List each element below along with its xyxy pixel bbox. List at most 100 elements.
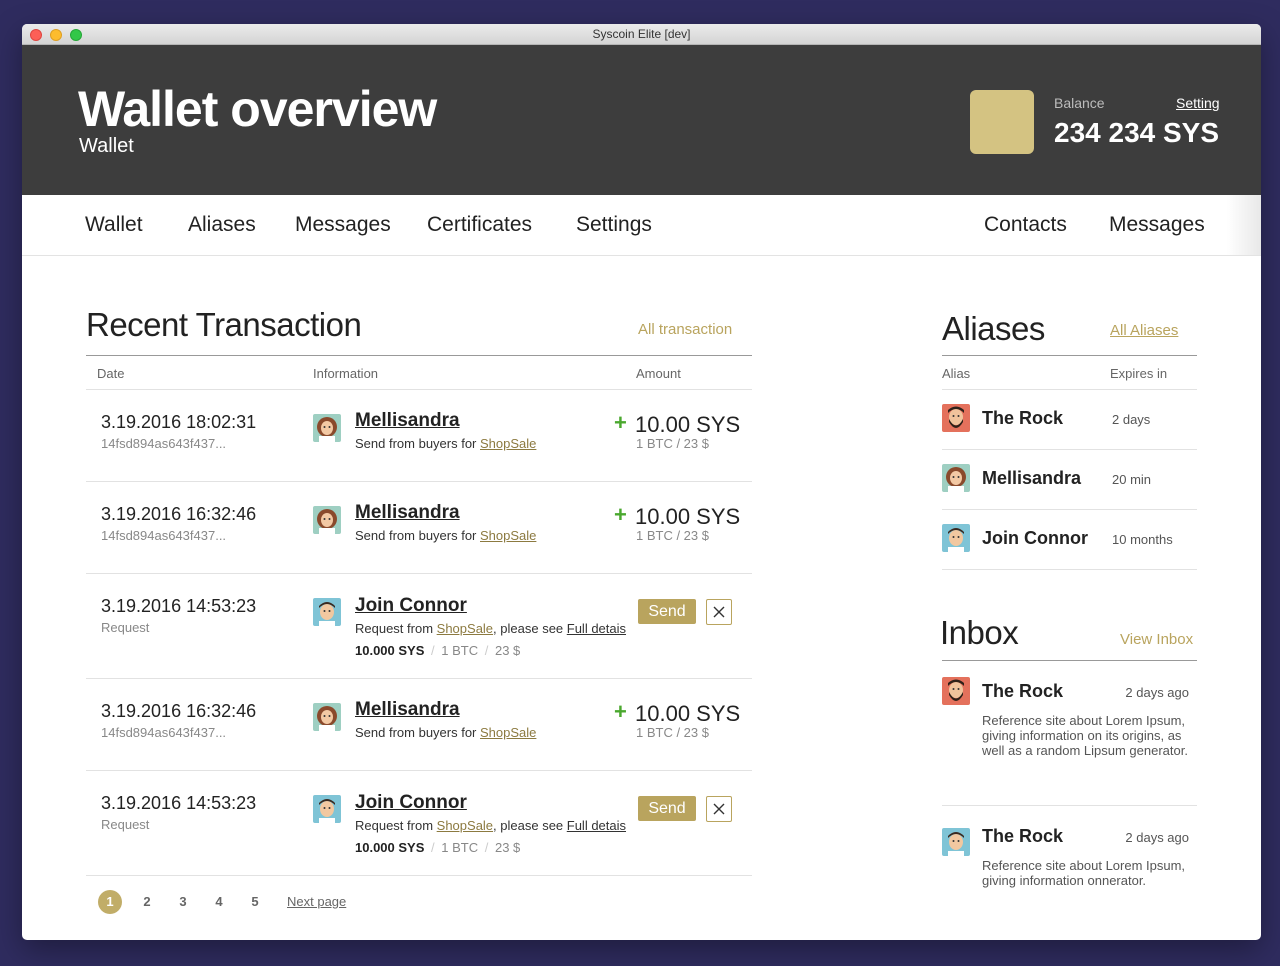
nav-item-certificates[interactable]: Certificates [427, 213, 532, 237]
transaction-description: Send from buyers for ShopSale [355, 528, 536, 543]
column-header-amount: Amount [636, 366, 681, 381]
shopsale-link[interactable]: ShopSale [437, 621, 493, 636]
message-time: 2 days ago [1125, 685, 1189, 700]
column-header-alias: Alias [942, 366, 971, 381]
requester-name-link[interactable]: Join Connor [355, 595, 467, 617]
female-avatar-icon [942, 464, 970, 492]
transaction-row[interactable]: 3.19.2016 18:02:31 14fsd894as643f437... … [86, 390, 752, 482]
full-details-link[interactable]: Full detais [567, 621, 626, 636]
page-5-button[interactable]: 5 [243, 890, 267, 914]
transaction-row[interactable]: 3.19.2016 16:32:46 14fsd894as643f437... … [86, 482, 752, 574]
close-window-icon[interactable] [30, 29, 42, 41]
all-aliases-link[interactable]: All Aliases [1110, 322, 1178, 339]
page-1-button[interactable]: 1 [98, 890, 122, 914]
nav-item-settings[interactable]: Settings [576, 213, 652, 237]
male-avatar-icon [313, 795, 341, 823]
requester-name-link[interactable]: Join Connor [355, 792, 467, 814]
male-avatar-icon [942, 524, 970, 552]
message-sender[interactable]: The Rock [982, 681, 1063, 702]
page-4-button[interactable]: 4 [207, 890, 231, 914]
alias-name[interactable]: Join Connor [982, 528, 1088, 549]
sender-name-link[interactable]: Mellisandra [355, 699, 460, 721]
request-amount-summary: 10.000 SYS / 1 BTC / 23 $ [355, 643, 520, 658]
shopsale-link[interactable]: ShopSale [437, 818, 493, 833]
message-preview: Reference site about Lorem Ipsum, giving… [982, 858, 1186, 888]
shopsale-link[interactable]: ShopSale [480, 725, 536, 740]
transaction-hash: 14fsd894as643f437... [101, 725, 227, 740]
all-transaction-link[interactable]: All transaction [638, 321, 732, 338]
nav-item-messages[interactable]: Messages [295, 213, 391, 237]
title-bar[interactable]: Syscoin Elite [dev] [22, 24, 1261, 45]
nav-item-wallet[interactable]: Wallet [85, 213, 143, 237]
column-header-information: Information [313, 366, 379, 381]
description-text: Request from [355, 818, 437, 833]
alias-expires: 10 months [1112, 532, 1173, 547]
balance-label: Balance [1054, 95, 1105, 111]
alias-name[interactable]: The Rock [982, 408, 1063, 429]
transaction-amount-conversion: 1 BTC / 23 $ [636, 725, 709, 740]
send-button[interactable]: Send [638, 796, 696, 821]
close-icon[interactable] [706, 599, 732, 625]
male-avatar-icon [313, 598, 341, 626]
transaction-date: 3.19.2016 14:53:23 [101, 793, 257, 813]
request-amount-summary: 10.000 SYS / 1 BTC / 23 $ [355, 840, 520, 855]
maximize-window-icon[interactable] [70, 29, 82, 41]
plus-icon: + [614, 410, 627, 435]
window-controls [30, 29, 82, 41]
nav-item-aliases[interactable]: Aliases [188, 213, 256, 237]
transaction-description: Request from ShopSale, please see Full d… [355, 818, 626, 833]
nav-item-messages-right[interactable]: Messages [1109, 213, 1205, 237]
transactions-title: Recent Transaction [86, 306, 362, 343]
description-text: , please see [493, 818, 567, 833]
nav-item-contacts[interactable]: Contacts [984, 213, 1067, 237]
send-button[interactable]: Send [638, 599, 696, 624]
transaction-row[interactable]: 3.19.2016 16:32:46 14fsd894as643f437... … [86, 679, 752, 771]
column-header-date: Date [97, 366, 125, 381]
plus-icon: + [614, 699, 627, 724]
close-icon[interactable] [706, 796, 732, 822]
sender-name-link[interactable]: Mellisandra [355, 410, 460, 432]
app-window: Syscoin Elite [dev] Wallet overview Wall… [22, 24, 1261, 940]
alias-row[interactable]: Join Connor 10 months [942, 510, 1197, 570]
page-subtitle: Wallet [79, 135, 134, 157]
transaction-row[interactable]: 3.19.2016 14:53:23 Request Join Connor R… [86, 574, 752, 679]
page-2-button[interactable]: 2 [135, 890, 159, 914]
next-page-link[interactable]: Next page [287, 894, 346, 909]
divider [86, 355, 752, 356]
alias-row[interactable]: The Rock 2 days [942, 390, 1197, 450]
message-sender[interactable]: The Rock [982, 826, 1063, 847]
inbox-message[interactable]: The Rock 2 days ago Reference site about… [942, 661, 1197, 806]
balance-setting-link[interactable]: Setting [1176, 95, 1220, 111]
transaction-description: Send from buyers for ShopSale [355, 725, 536, 740]
separator: / [431, 643, 435, 658]
transaction-amount: 10.00 SYS [635, 412, 741, 437]
transaction-row[interactable]: 3.19.2016 14:53:23 Request Join Connor R… [86, 771, 752, 876]
divider [942, 355, 1197, 356]
minimize-window-icon[interactable] [50, 29, 62, 41]
full-details-link[interactable]: Full detais [567, 818, 626, 833]
description-text: , please see [493, 621, 567, 636]
request-btc-amount: 1 BTC [441, 643, 479, 658]
shopsale-link[interactable]: ShopSale [480, 528, 536, 543]
sender-name-link[interactable]: Mellisandra [355, 502, 460, 524]
alias-row[interactable]: Mellisandra 20 min [942, 450, 1197, 510]
transaction-hash: 14fsd894as643f437... [101, 528, 227, 543]
transaction-amount-conversion: 1 BTC / 23 $ [636, 528, 709, 543]
nav-scroll-fade [1227, 195, 1261, 255]
alias-name[interactable]: Mellisandra [982, 468, 1081, 489]
shopsale-link[interactable]: ShopSale [480, 436, 536, 451]
female-avatar-icon [313, 506, 341, 534]
transaction-date: 3.19.2016 16:32:46 [101, 701, 257, 721]
transaction-date: 3.19.2016 18:02:31 [101, 412, 257, 432]
transaction-date: 3.19.2016 14:53:23 [101, 596, 257, 616]
description-text: Send from buyers for [355, 436, 480, 451]
view-inbox-link[interactable]: View Inbox [1120, 631, 1193, 648]
page-3-button[interactable]: 3 [171, 890, 195, 914]
alias-expires: 2 days [1112, 412, 1151, 427]
request-btc-amount: 1 BTC [441, 840, 479, 855]
transaction-type: Request [101, 817, 150, 832]
transaction-amount: 10.00 SYS [635, 504, 741, 529]
bearded-man-avatar-icon [942, 404, 970, 432]
inbox-message[interactable]: The Rock 2 days ago Reference site about… [942, 806, 1197, 896]
page-title: Wallet overview [78, 81, 437, 137]
